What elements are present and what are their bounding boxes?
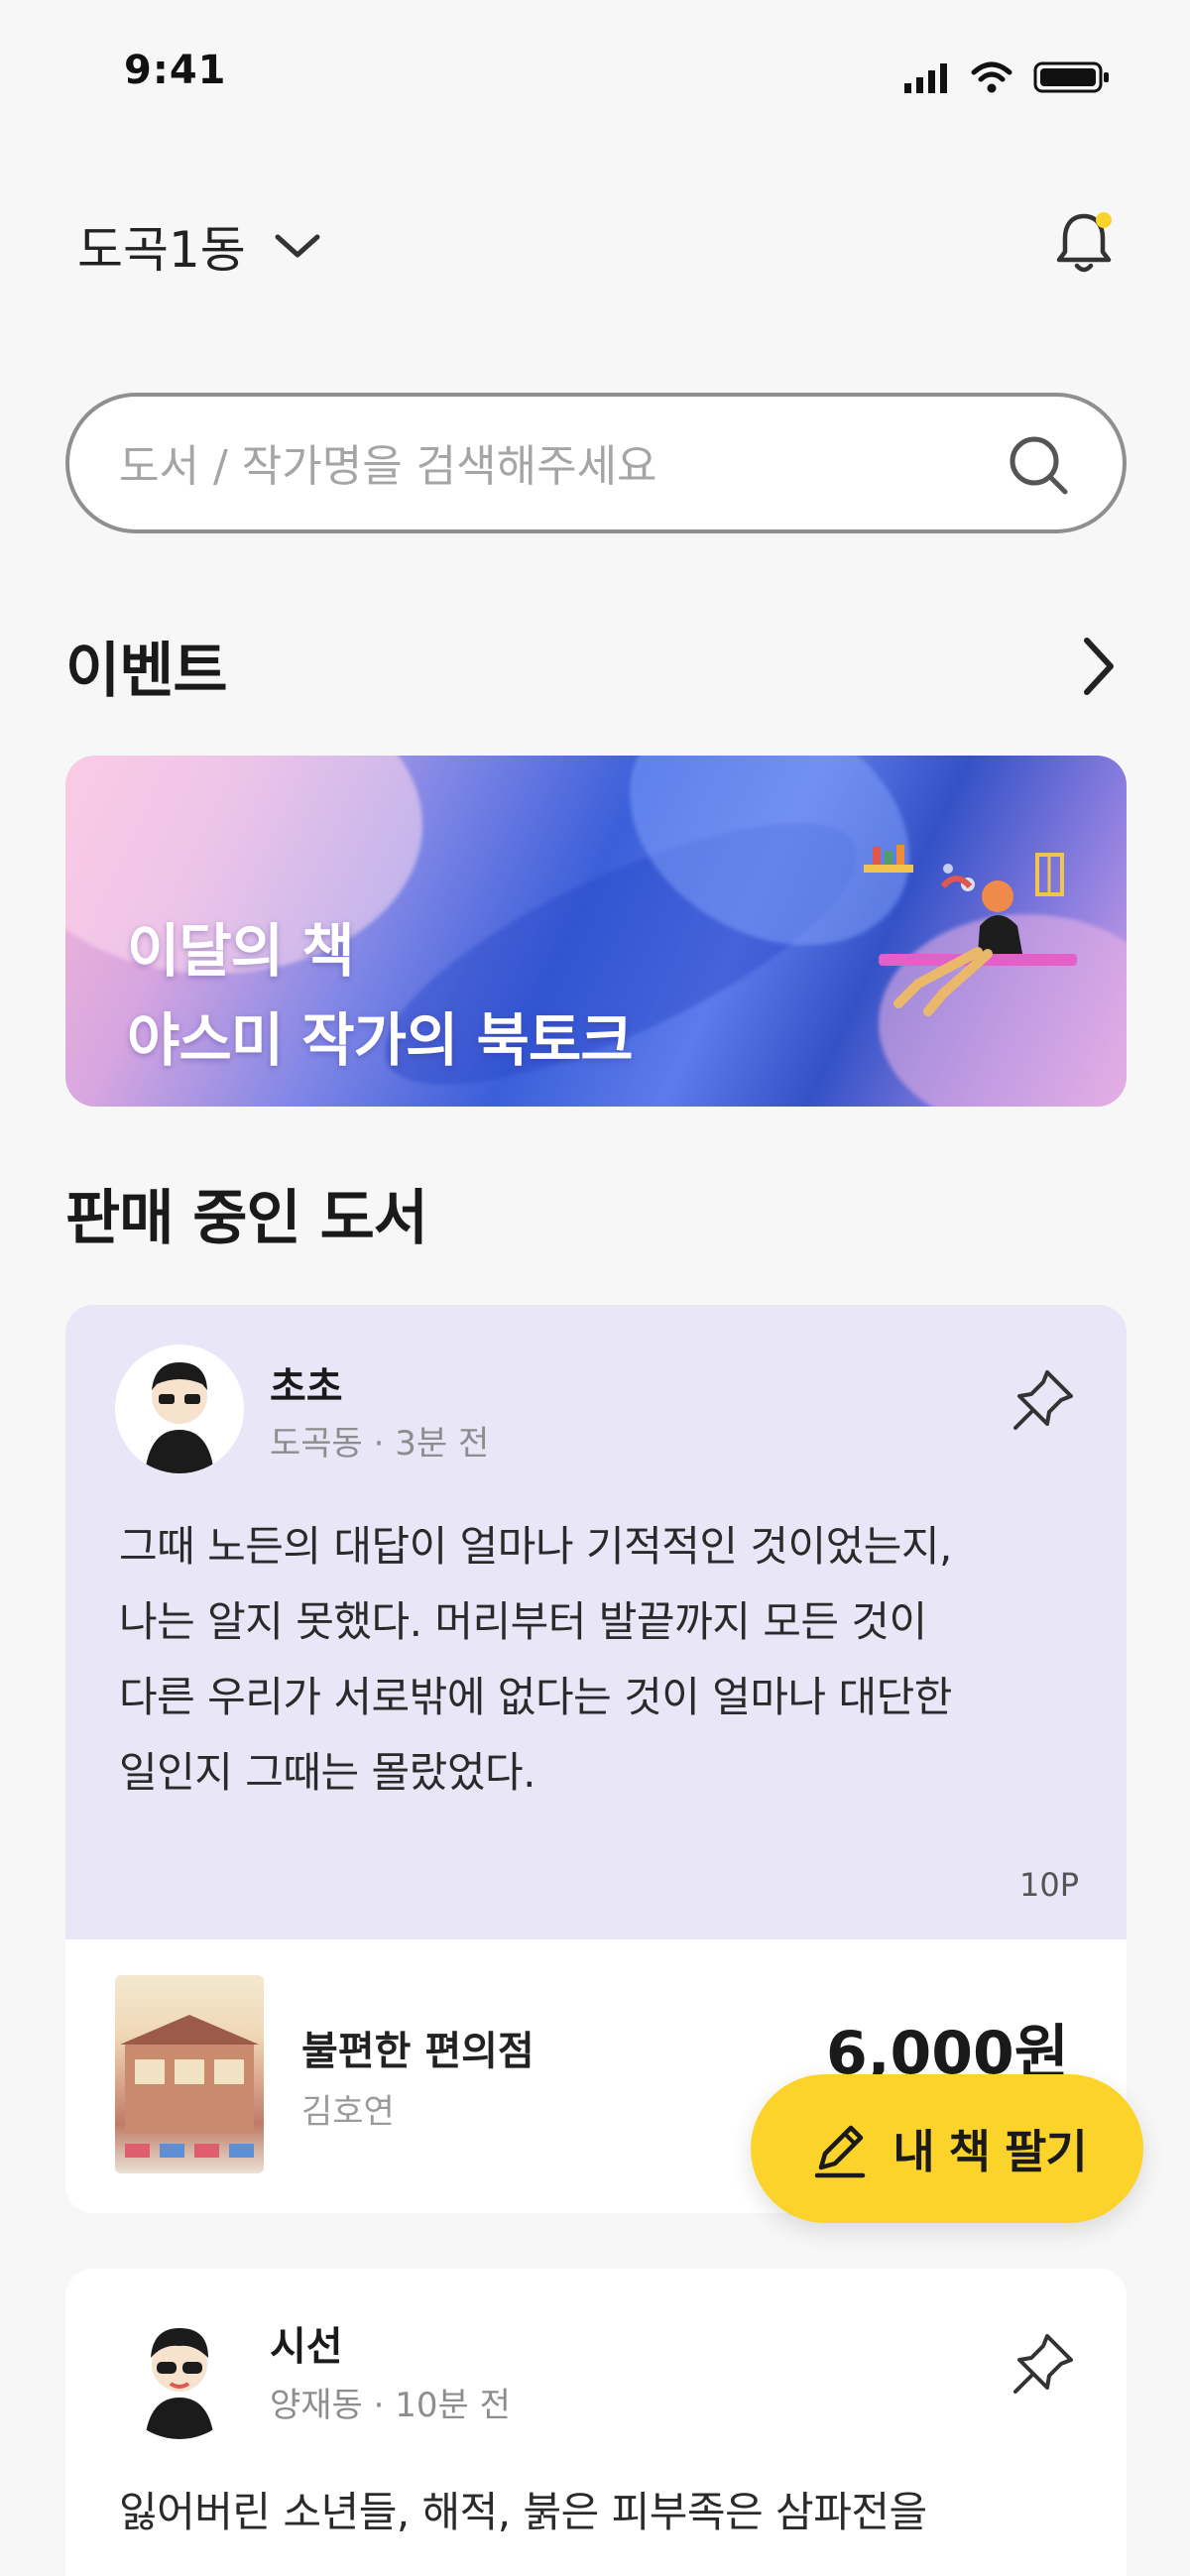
banner-line-2: 야스미 작가의 북토크 [127,1006,634,1074]
post-author: 시선 [270,2324,343,2370]
avatar-illustration [145,1362,214,1473]
pencil-icon [815,2125,866,2178]
post-meta: 양재동 · 10분 전 [270,2386,511,2425]
avatar [115,1345,244,1473]
quote-line: 일인지 그때는 몰랐었다. [119,1748,536,1797]
avatar-illustration [145,2328,214,2439]
status-icons [902,58,1111,97]
pin-icon[interactable] [1008,2328,1079,2400]
signal-icon [904,63,947,93]
banner-line-1: 이달의 책 [127,917,355,985]
quote-line: 다른 우리가 서로밖에 없다는 것이 얼마나 대단한 [119,1673,952,1721]
post-quote: 그때 노든의 대답이 얼마나 기적적인 것이었는지, 나는 알지 못했다. 머리… [119,1509,1091,1811]
post-author: 초초 [270,1364,343,1410]
pin-icon[interactable] [1008,1364,1079,1436]
location-selector[interactable]: 도곡1동 [77,210,321,282]
reading-person-illustration [864,845,1077,1016]
quote-line: 그때 노든의 대답이 얼마나 기적적인 것이었는지, [119,1522,952,1571]
post-quote-area: 초초 도곡동 · 3분 전 그때 노든의 대답이 얼마나 기적적인 것이었는지,… [65,1305,1127,1939]
sell-my-book-label: 내 책 팔기 [892,2125,1087,2178]
chevron-right-icon[interactable] [1069,627,1129,706]
status-bar: 9:41 [0,0,1190,149]
location-label: 도곡1동 [77,221,246,279]
sell-my-book-button[interactable]: 내 책 팔기 [751,2074,1143,2223]
book-cover-illustration [120,2015,259,2158]
book-author: 김호연 [301,2092,395,2132]
post-quote: 잃어버린 소년들, 해적, 붉은 피부족은 삼파전을 [119,2475,1091,2550]
books-section-title: 판매 중인 도서 [65,1184,428,1253]
search-bar [65,393,1127,533]
search-icon[interactable] [1000,426,1079,506]
book-cover [115,1975,264,2173]
battery-icon [1033,61,1109,93]
search-input[interactable] [119,426,992,506]
quote-line: 나는 알지 못했다. 머리부터 발끝까지 모든 것이 [119,1597,927,1646]
home-screen: 9:41 도곡1동 도서 / 작가명을 검색해주세요 이벤트 이달의 책 야스미… [0,0,1190,2576]
status-time: 9:41 [124,48,227,93]
post-quote-area: 시선 양재동 · 10분 전 잃어버린 소년들, 해적, 붉은 피부족은 삼파전… [65,2269,1127,2576]
wifi-icon [971,61,1012,93]
quote-line: 잃어버린 소년들, 해적, 붉은 피부족은 삼파전을 [119,2488,927,2536]
events-title: 이벤트 [65,637,228,706]
chevron-down-icon [275,234,320,258]
post-card[interactable]: 시선 양재동 · 10분 전 잃어버린 소년들, 해적, 붉은 피부족은 삼파전… [65,2269,1127,2576]
header: 도곡1동 [0,188,1190,297]
book-title: 불편한 편의점 [301,2029,535,2074]
post-meta: 도곡동 · 3분 전 [270,1424,490,1464]
avatar [115,2310,244,2439]
event-banner[interactable]: 이달의 책 야스미 작가의 북토크 [65,756,1127,1107]
quote-page-number: 10P [1018,1866,1079,1904]
bell-icon[interactable] [1049,208,1119,278]
